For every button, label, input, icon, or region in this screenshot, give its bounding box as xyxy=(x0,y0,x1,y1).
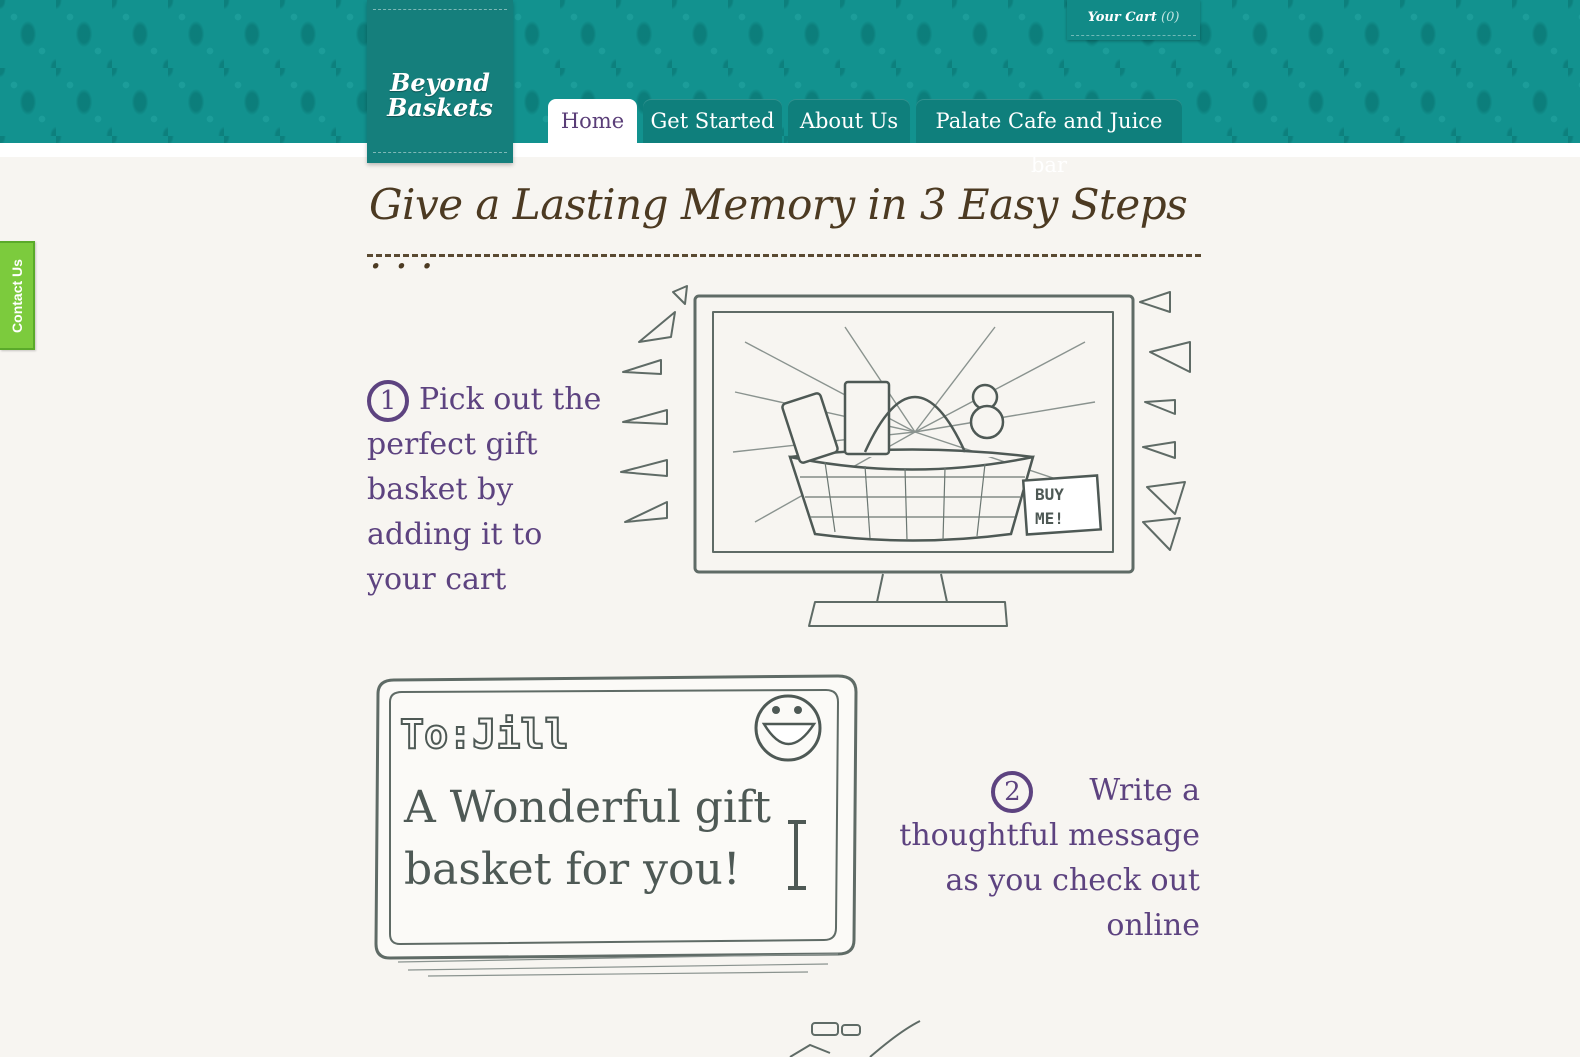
page-heading: Give a Lasting Memory in 3 Easy Steps . … xyxy=(369,180,1188,278)
logo-stitch xyxy=(373,9,507,10)
step-2-description: Write a thoughtful message as you check … xyxy=(899,773,1200,943)
logo[interactable]: Beyond Baskets xyxy=(367,0,513,163)
monitor-basket-illustration: BUY ME! xyxy=(620,285,1191,627)
step-1-number: 1 xyxy=(367,380,409,422)
cart-stitch xyxy=(1071,35,1196,36)
contact-us-label: Contact Us xyxy=(8,258,25,333)
logo-line-2: Baskets xyxy=(387,93,493,122)
step-1-text: 1 Pick out the perfect gift basket by add… xyxy=(367,377,617,602)
tab-home[interactable]: Home xyxy=(548,99,637,143)
header-stripe xyxy=(0,143,1580,157)
cart-count: (0) xyxy=(1161,10,1180,25)
step-2-number: 2 xyxy=(991,771,1034,813)
tab-get-started[interactable]: Get Started xyxy=(643,99,782,143)
note-card-illustration: To:Jill A Wonderful gift basket for you! xyxy=(374,674,858,977)
tab-about-us[interactable]: About Us xyxy=(788,99,910,143)
card-message-line-1: A Wonderful gift xyxy=(403,782,771,833)
card-recipient: To:Jill xyxy=(400,712,569,758)
svg-text:ME!: ME! xyxy=(1035,509,1064,528)
step-3-illustration-partial xyxy=(789,1020,921,1057)
cart-button[interactable]: Your Cart (0) xyxy=(1067,0,1200,40)
cart-label: Your Cart xyxy=(1087,10,1157,25)
logo-stitch xyxy=(373,152,507,153)
heading-divider xyxy=(367,254,1201,257)
tab-palate-cafe[interactable]: Palate Cafe and Juice bar xyxy=(916,99,1182,177)
buy-me-sign: BUY xyxy=(1035,485,1064,504)
card-message-line-2: basket for you! xyxy=(404,844,741,895)
step-2-text: 2 Write a thoughtful message as you check… xyxy=(880,768,1200,948)
contact-us-tab[interactable]: Contact Us xyxy=(0,241,35,350)
